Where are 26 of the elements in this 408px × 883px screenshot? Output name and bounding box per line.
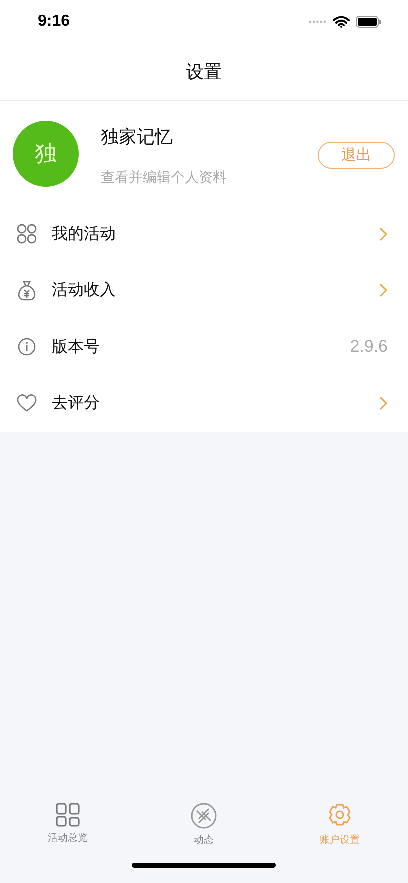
grid-icon (56, 803, 80, 827)
aperture-icon (191, 803, 217, 829)
status-time: 9:16 (38, 13, 70, 31)
profile-subtitle[interactable]: 查看并编辑个人资料 (101, 168, 318, 186)
version-number: 2.9.6 (350, 337, 388, 358)
menu-item[interactable]: 去评分 (52, 393, 379, 414)
logout-button[interactable]: 退出 (318, 142, 395, 169)
money-bag-icon (16, 280, 38, 302)
gear-icon (327, 803, 353, 829)
battery-icon (356, 16, 382, 28)
tab[interactable]: 动态 (136, 795, 272, 857)
chevron-right-icon (379, 283, 388, 298)
info-icon (16, 336, 38, 358)
menu-item[interactable]: 版本号 (52, 336, 350, 358)
chevron-right-icon (379, 396, 388, 412)
menu-item[interactable]: 我的活动 (52, 224, 379, 245)
menu-item[interactable]: 活动收入 (52, 280, 379, 302)
grid-icon (16, 223, 38, 246)
tab[interactable]: 账户设置 (272, 795, 408, 857)
chevron-right-icon (379, 226, 388, 242)
tab[interactable]: 活动总览 (0, 795, 136, 857)
signal-icon (309, 20, 327, 24)
wifi-icon (333, 16, 350, 28)
page-title: 设置 (186, 61, 222, 84)
user-name: 独家记忆 (101, 126, 174, 148)
avatar: 独 (13, 120, 79, 186)
